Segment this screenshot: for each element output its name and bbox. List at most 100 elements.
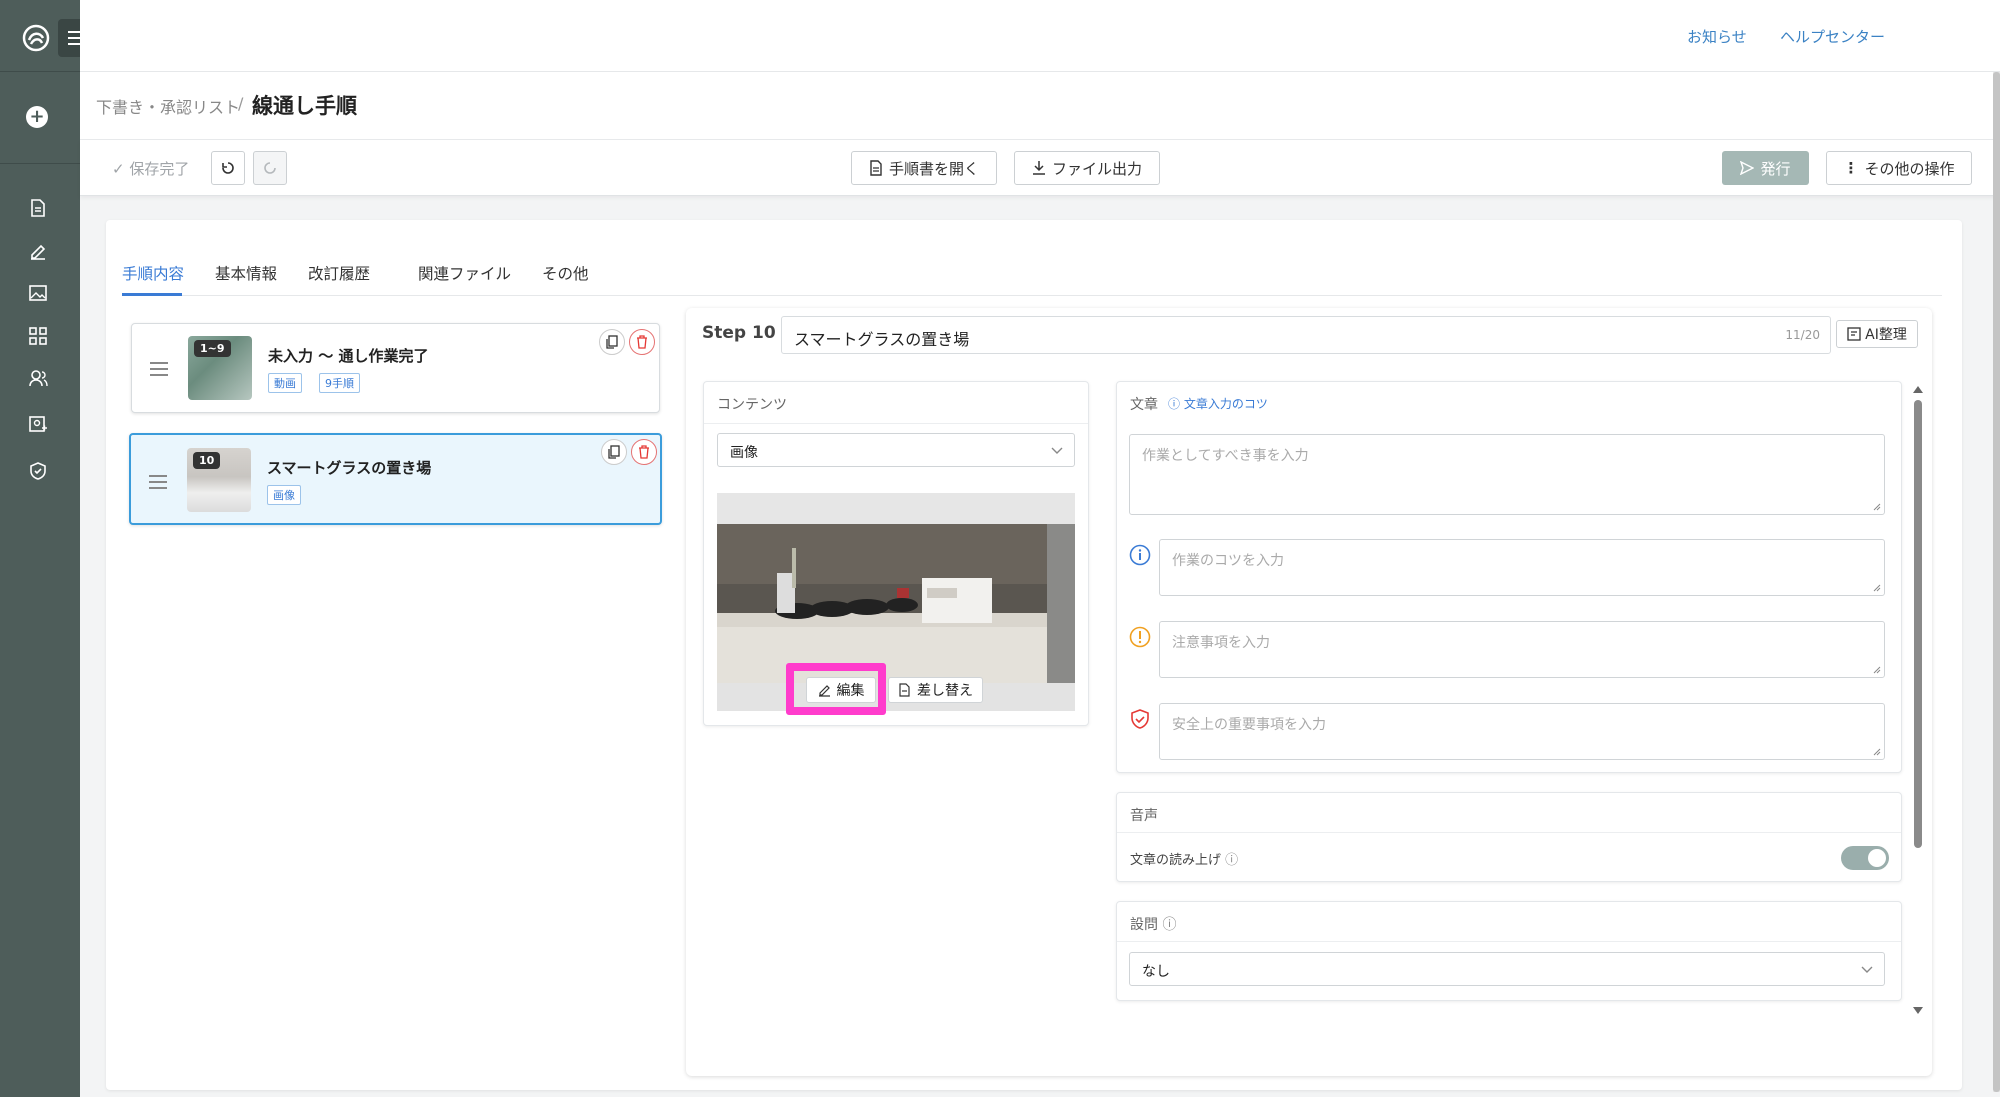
tab-procedure-content[interactable]: 手順内容 [122, 262, 184, 284]
tab-related-files[interactable]: 関連ファイル [418, 262, 511, 284]
other-actions-button[interactable]: ⋮ その他の操作 [1826, 151, 1972, 185]
sidebar-item-edit[interactable] [26, 239, 50, 263]
content-panel-header: コンテンツ [704, 382, 1088, 424]
tab-other[interactable]: その他 [542, 262, 589, 284]
create-area: + [0, 72, 80, 164]
delete-step-button[interactable] [629, 329, 655, 355]
step-title-input[interactable]: スマートグラスの置き場 11/20 [781, 316, 1831, 354]
step-thumbnail: 1~9 [188, 336, 252, 400]
info-icon: ⓘ [1225, 853, 1239, 868]
step-title: スマートグラスの置き場 [267, 459, 432, 477]
ai-organize-label: AI整理 [1865, 327, 1907, 343]
question-value: なし [1142, 964, 1170, 980]
step-number-label: Step 10 [702, 323, 776, 343]
text-label: 文章 [1130, 397, 1158, 413]
main-text-placeholder: 作業としてすべき事を入力 [1142, 448, 1309, 464]
warning-icon [1129, 626, 1151, 648]
info-icon [1129, 544, 1151, 566]
highlight-box [786, 663, 886, 715]
tip-placeholder: 作業のコツを入力 [1172, 553, 1284, 569]
safety-input[interactable]: 安全上の重要事項を入力 [1159, 703, 1885, 760]
content-panel: コンテンツ 画像 [703, 381, 1089, 726]
pen-icon [31, 244, 46, 260]
image-icon [29, 285, 47, 301]
text-panel: 文章 ⓘ 文章入力のコツ 作業としてすべき事を入力 作業のコツを入力 注意事項を… [1116, 381, 1902, 773]
scroll-up-icon[interactable] [1912, 384, 1924, 394]
file-export-button[interactable]: ファイル出力 [1014, 151, 1160, 185]
tab-bar: 手順内容 基本情報 改訂履歴 関連ファイル その他 [122, 240, 1942, 296]
resize-grip-icon[interactable] [1873, 584, 1881, 592]
step-thumbnail: 10 [187, 448, 251, 512]
resize-grip-icon[interactable] [1873, 666, 1881, 674]
sidebar-item-users[interactable] [26, 366, 50, 390]
top-header: お知らせ ヘルプセンター [80, 0, 2000, 72]
document-icon [31, 199, 45, 217]
create-plus-icon[interactable]: + [26, 106, 48, 128]
sidebar-item-security[interactable] [26, 459, 50, 483]
redo-button[interactable] [253, 151, 287, 185]
file-replace-icon [899, 683, 910, 697]
audio-label: 音声 [1130, 808, 1158, 824]
page-scroll-thumb[interactable] [1993, 72, 2000, 1092]
duplicate-step-button[interactable] [601, 439, 627, 465]
replace-image-label: 差し替え [917, 683, 973, 699]
breadcrumb-parent[interactable]: 下書き・承認リスト [96, 94, 240, 118]
copy-icon [606, 335, 618, 349]
redo-icon [264, 162, 276, 174]
shield-icon [30, 462, 46, 480]
toolbar: ✓ 保存完了 手順書を開く ファイル出力 発行 ⋮ その他の操作 [80, 140, 2000, 196]
chevron-down-icon [1051, 447, 1063, 454]
content-label: コンテンツ [717, 397, 787, 413]
read-aloud-toggle[interactable] [1841, 846, 1889, 870]
writing-tips-label: 文章入力のコツ [1183, 397, 1268, 411]
question-label-text: 設問 [1130, 917, 1158, 933]
main-text-input[interactable]: 作業としてすべき事を入力 [1129, 434, 1885, 515]
sidebar-item-user-settings[interactable] [26, 412, 50, 436]
audio-panel: 音声 文章の読み上げ ⓘ [1116, 792, 1902, 882]
step-list-item[interactable]: 1~9 未入力 〜 通し作業完了 動画 9手順 [131, 323, 660, 413]
step-title: 未入力 〜 通し作業完了 [268, 347, 429, 365]
app-logo-icon [22, 24, 50, 52]
caution-input[interactable]: 注意事項を入力 [1159, 621, 1885, 678]
news-link[interactable]: お知らせ [1687, 26, 1747, 47]
help-center-link[interactable]: ヘルプセンター [1780, 26, 1885, 47]
safety-shield-icon [1131, 709, 1149, 729]
scroll-down-icon[interactable] [1912, 1006, 1924, 1016]
check-icon: ✓ [112, 160, 125, 178]
question-select[interactable]: なし [1129, 952, 1885, 986]
sidebar-item-grid[interactable] [26, 324, 50, 348]
trash-icon [637, 335, 647, 349]
tab-basic-info[interactable]: 基本情報 [215, 262, 277, 284]
save-status: ✓ 保存完了 [112, 158, 189, 179]
editor-scrollbar[interactable] [1912, 384, 1924, 1018]
ai-organize-button[interactable]: AI整理 [1836, 320, 1918, 348]
breadcrumb-separator: / [238, 94, 244, 113]
sidebar-item-documents[interactable] [26, 196, 50, 220]
sidebar-item-images[interactable] [26, 281, 50, 305]
undo-button[interactable] [211, 151, 245, 185]
writing-tips-link[interactable]: ⓘ 文章入力のコツ [1168, 395, 1268, 412]
copy-icon [608, 445, 620, 459]
publish-button[interactable]: 発行 [1722, 151, 1809, 185]
drag-handle-icon[interactable] [150, 358, 168, 380]
step-range-badge: 1~9 [194, 340, 231, 357]
user-card-icon [29, 416, 47, 432]
content-type-select[interactable]: 画像 [717, 433, 1075, 467]
editor-scroll-thumb[interactable] [1914, 400, 1922, 848]
tip-input[interactable]: 作業のコツを入力 [1159, 539, 1885, 596]
resize-grip-icon[interactable] [1873, 748, 1881, 756]
content-type-value: 画像 [730, 445, 758, 461]
replace-image-button[interactable]: 差し替え [888, 677, 983, 703]
file-export-label: ファイル出力 [1051, 159, 1142, 178]
text-panel-header: 文章 ⓘ 文章入力のコツ [1117, 382, 1901, 424]
delete-step-button[interactable] [631, 439, 657, 465]
open-manual-button[interactable]: 手順書を開く [851, 151, 997, 185]
chevron-down-icon [1861, 966, 1873, 973]
drag-handle-icon[interactable] [149, 471, 167, 493]
undo-icon [222, 162, 234, 174]
step-list-item-active[interactable]: 10 スマートグラスの置き場 画像 [129, 433, 662, 525]
resize-grip-icon[interactable] [1873, 503, 1881, 511]
duplicate-step-button[interactable] [599, 329, 625, 355]
grid-icon [29, 327, 47, 345]
tab-revision-history[interactable]: 改訂履歴 [308, 262, 370, 284]
